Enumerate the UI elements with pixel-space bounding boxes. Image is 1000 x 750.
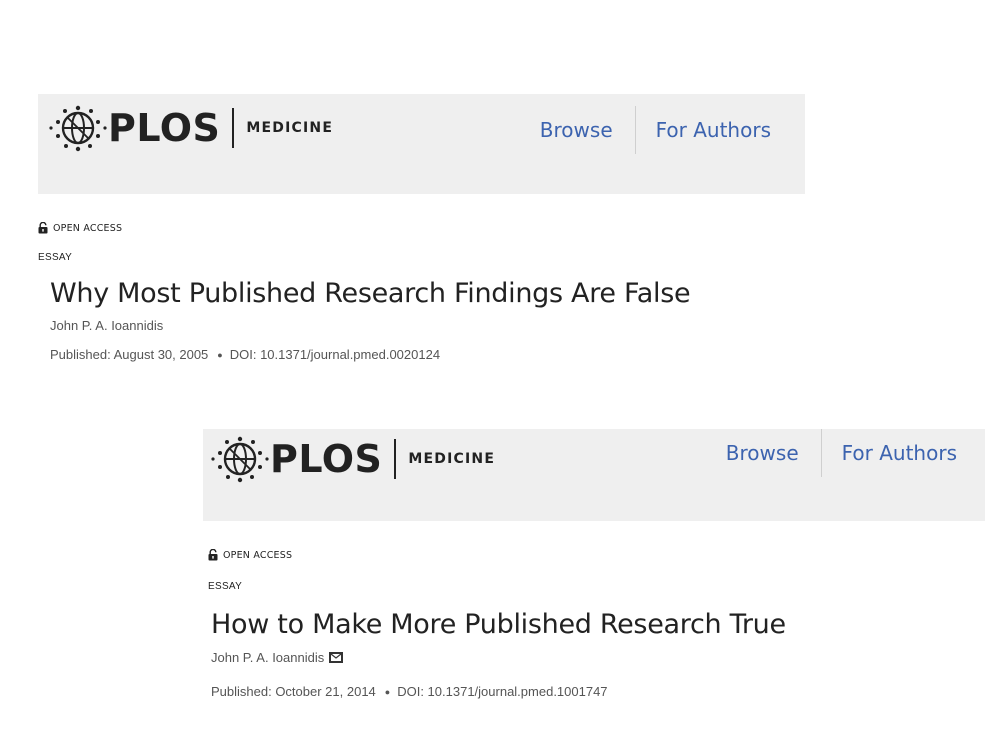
article-card-2005: PLOS MEDICINE Browse For Authors OPEN AC… — [38, 94, 805, 362]
doi[interactable]: DOI: 10.1371/journal.pmed.1001747 — [397, 684, 607, 699]
published-date: Published: August 30, 2005 — [50, 347, 209, 362]
author-name[interactable]: John P. A. Ioannidis — [50, 318, 163, 333]
author-name[interactable]: John P. A. Ioannidis — [211, 650, 324, 665]
article-card-2014: PLOS MEDICINE Browse For Authors OPEN AC… — [203, 429, 985, 699]
nav-browse-link[interactable]: Browse — [706, 429, 821, 477]
meta-bullet: ● — [217, 349, 223, 360]
published-date: Published: October 21, 2014 — [211, 684, 376, 699]
open-lock-icon — [208, 549, 218, 561]
open-access-badge: OPEN ACCESS — [38, 222, 805, 234]
open-lock-icon — [38, 222, 48, 234]
nav-browse-link[interactable]: Browse — [520, 106, 635, 154]
plos-globe-logo-icon — [211, 436, 269, 483]
nav-for-authors-link[interactable]: For Authors — [636, 106, 791, 154]
author-line: John P. A. Ioannidis — [50, 318, 805, 333]
open-access-label: OPEN ACCESS — [53, 222, 123, 234]
article-type: ESSAY — [38, 252, 73, 263]
envelope-icon[interactable] — [329, 652, 344, 663]
primary-nav: Browse For Authors — [520, 106, 791, 154]
brand-name: PLOS — [270, 437, 383, 481]
brand-divider — [232, 108, 235, 148]
article-title: How to Make More Published Research True — [211, 609, 786, 640]
plos-medicine-logo[interactable]: PLOS MEDICINE — [46, 100, 333, 156]
brand-divider — [394, 439, 397, 479]
article-type: ESSAY — [208, 581, 243, 592]
journal-name: MEDICINE — [408, 451, 496, 467]
open-access-badge: OPEN ACCESS — [208, 549, 985, 561]
primary-nav: Browse For Authors — [706, 429, 977, 477]
plos-medicine-logo[interactable]: PLOS MEDICINE — [208, 431, 495, 487]
publication-meta: Published: August 30, 2005 ● DOI: 10.137… — [50, 347, 805, 362]
doi[interactable]: DOI: 10.1371/journal.pmed.0020124 — [230, 347, 440, 362]
author-line: John P. A. Ioannidis — [211, 650, 985, 665]
nav-for-authors-link[interactable]: For Authors — [822, 429, 977, 477]
journal-header: PLOS MEDICINE Browse For Authors — [38, 94, 805, 194]
article-title: Why Most Published Research Findings Are… — [50, 278, 691, 309]
publication-meta: Published: October 21, 2014 ● DOI: 10.13… — [211, 684, 985, 699]
brand-name: PLOS — [108, 106, 221, 150]
open-access-label: OPEN ACCESS — [223, 549, 293, 561]
journal-header: PLOS MEDICINE Browse For Authors — [203, 429, 985, 521]
plos-globe-logo-icon — [49, 105, 107, 152]
journal-name: MEDICINE — [246, 120, 334, 136]
meta-bullet: ● — [384, 686, 391, 697]
